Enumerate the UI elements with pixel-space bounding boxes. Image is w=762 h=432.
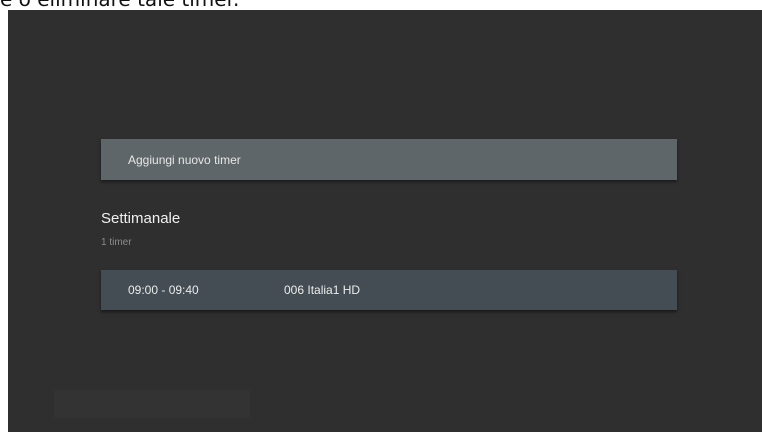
add-new-timer-label: Aggiungi nuovo timer bbox=[128, 152, 241, 167]
timer-row[interactable]: 09:00 - 09:40 006 Italia1 HD bbox=[101, 270, 677, 310]
background-ghost-panel bbox=[54, 390, 250, 418]
tv-screen: Aggiungi nuovo timer Settimanale 1 timer… bbox=[8, 10, 762, 432]
section-subtitle: 1 timer bbox=[101, 237, 132, 248]
timer-channel: 006 Italia1 HD bbox=[284, 283, 361, 297]
timer-time-range: 09:00 - 09:40 bbox=[128, 283, 199, 297]
section-title: Settimanale bbox=[101, 210, 181, 227]
add-new-timer-button[interactable]: Aggiungi nuovo timer bbox=[101, 139, 677, 180]
document-caption: e o eliminare tale timer. bbox=[0, 0, 762, 10]
